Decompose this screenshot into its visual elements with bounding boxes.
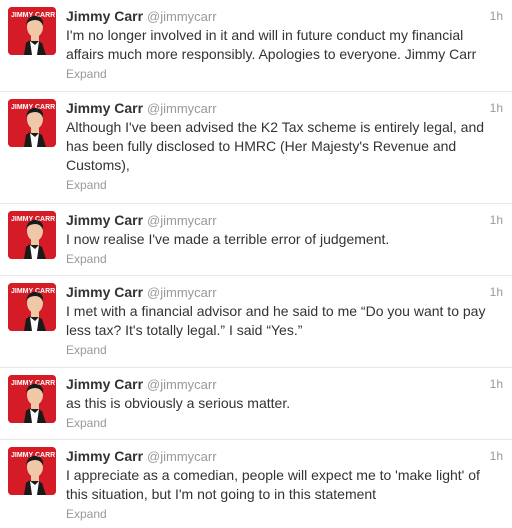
- tweet-text: Although I've been advised the K2 Tax sc…: [66, 119, 485, 173]
- avatar[interactable]: JIMMY CARR: [8, 447, 56, 495]
- avatar-image: JIMMY CARR: [8, 99, 56, 147]
- avatar-image: JIMMY CARR: [8, 375, 56, 423]
- avatar[interactable]: JIMMY CARR: [8, 211, 56, 259]
- avatar-image: JIMMY CARR: [8, 283, 56, 331]
- tweet-timestamp[interactable]: 1h: [490, 99, 503, 118]
- tweet-text: I met with a financial advisor and he sa…: [66, 303, 486, 338]
- author-name[interactable]: Jimmy Carr: [66, 100, 143, 116]
- author-handle[interactable]: @jimmycarr: [147, 285, 217, 300]
- expand-link[interactable]: Expand: [66, 342, 502, 358]
- tweet[interactable]: JIMMY CARR Jimmy Carr @jimmycarr 1h as th…: [0, 368, 512, 440]
- tweet-timestamp[interactable]: 1h: [490, 211, 503, 230]
- tweet-text: I now realise I've made a terrible error…: [66, 231, 390, 247]
- tweet-text: I'm no longer involved in it and will in…: [66, 27, 477, 62]
- avatar-image: JIMMY CARR: [8, 7, 56, 55]
- avatar[interactable]: JIMMY CARR: [8, 7, 56, 55]
- author-name[interactable]: Jimmy Carr: [66, 376, 143, 392]
- author-handle[interactable]: @jimmycarr: [147, 101, 217, 116]
- avatar-image: JIMMY CARR: [8, 447, 56, 495]
- tweet-text: as this is obviously a serious matter.: [66, 395, 291, 411]
- tweet-text: I appreciate as a comedian, people will …: [66, 467, 480, 502]
- tweet-timeline: JIMMY CARR Jimmy Carr @jimmycarr 1h I'm n…: [0, 0, 512, 528]
- expand-link[interactable]: Expand: [66, 506, 502, 522]
- expand-link[interactable]: Expand: [66, 66, 502, 82]
- expand-link[interactable]: Expand: [66, 177, 502, 193]
- author-handle[interactable]: @jimmycarr: [147, 213, 217, 228]
- author-name[interactable]: Jimmy Carr: [66, 8, 143, 24]
- author-name[interactable]: Jimmy Carr: [66, 448, 143, 464]
- tweet-timestamp[interactable]: 1h: [490, 375, 503, 394]
- tweet[interactable]: JIMMY CARR Jimmy Carr @jimmycarr 1h I met…: [0, 276, 512, 368]
- expand-link[interactable]: Expand: [66, 415, 502, 431]
- tweet-timestamp[interactable]: 1h: [490, 7, 503, 26]
- tweet[interactable]: JIMMY CARR Jimmy Carr @jimmycarr 1h I app…: [0, 440, 512, 528]
- avatar[interactable]: JIMMY CARR: [8, 375, 56, 423]
- avatar[interactable]: JIMMY CARR: [8, 99, 56, 147]
- avatar[interactable]: JIMMY CARR: [8, 283, 56, 331]
- tweet-timestamp[interactable]: 1h: [490, 447, 503, 466]
- tweet[interactable]: JIMMY CARR Jimmy Carr @jimmycarr 1h I'm n…: [0, 0, 512, 92]
- avatar-image: JIMMY CARR: [8, 211, 56, 259]
- expand-link[interactable]: Expand: [66, 251, 502, 267]
- tweet[interactable]: JIMMY CARR Jimmy Carr @jimmycarr 1h Altho…: [0, 92, 512, 204]
- tweet[interactable]: JIMMY CARR Jimmy Carr @jimmycarr 1h I now…: [0, 204, 512, 276]
- author-name[interactable]: Jimmy Carr: [66, 212, 143, 228]
- author-handle[interactable]: @jimmycarr: [147, 377, 217, 392]
- author-handle[interactable]: @jimmycarr: [147, 449, 217, 464]
- author-name[interactable]: Jimmy Carr: [66, 284, 143, 300]
- tweet-timestamp[interactable]: 1h: [490, 283, 503, 302]
- author-handle[interactable]: @jimmycarr: [147, 9, 217, 24]
